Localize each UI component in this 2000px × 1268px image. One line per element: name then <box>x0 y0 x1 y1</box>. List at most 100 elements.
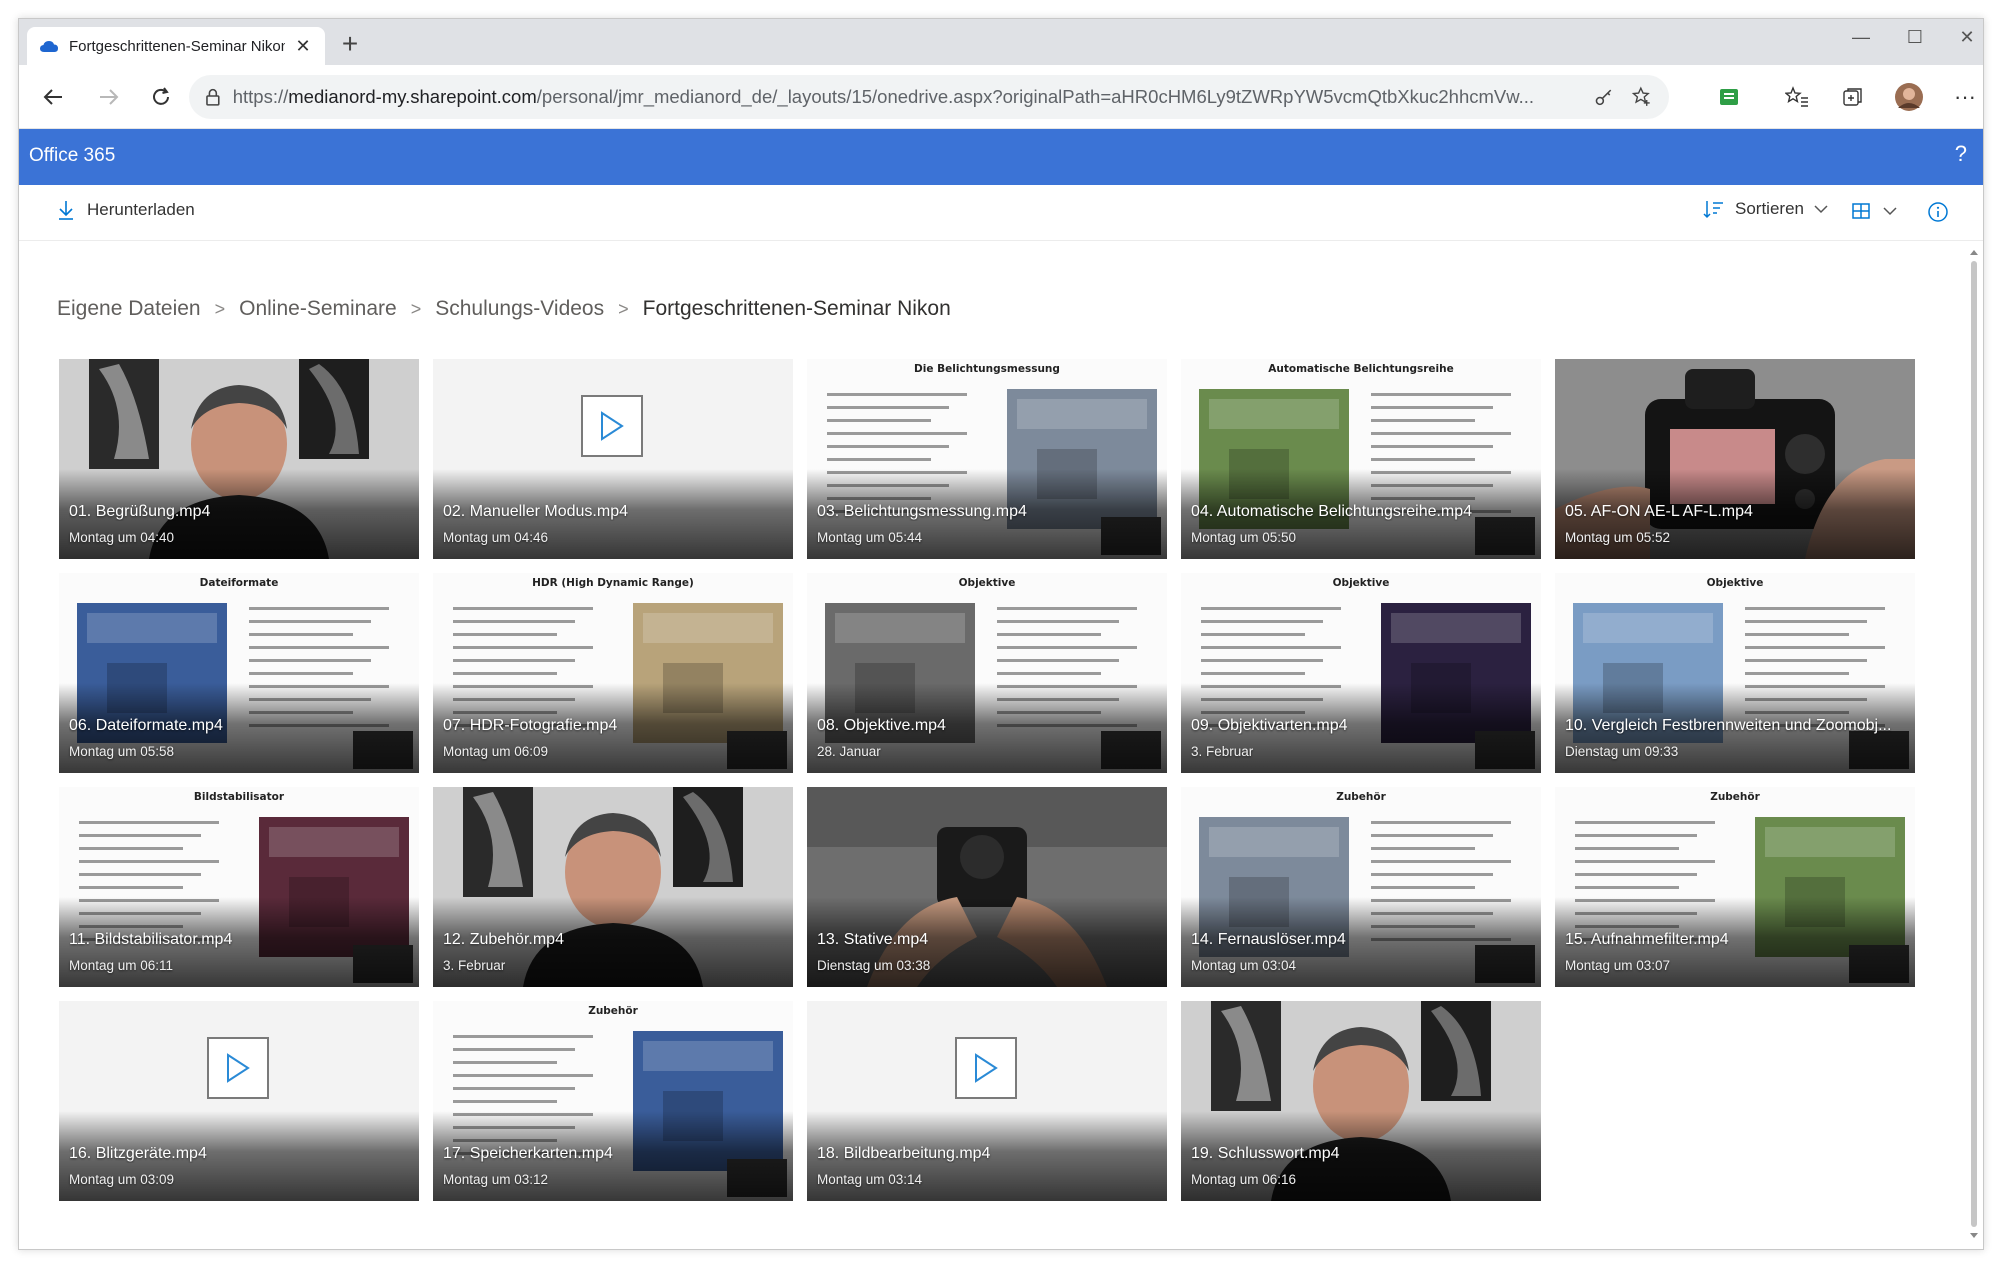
file-modified-date: Montag um 04:46 <box>443 530 549 545</box>
file-modified-date: Montag um 06:16 <box>1191 1172 1297 1187</box>
file-modified-date: Montag um 06:11 <box>69 958 174 973</box>
info-icon[interactable] <box>1927 201 1949 228</box>
file-tile[interactable]: 13. Stative.mp4 Dienstag um 03:38 <box>807 787 1167 987</box>
file-modified-date: 28. Januar <box>817 744 881 759</box>
file-name: 16. Blitzgeräte.mp4 <box>69 1145 207 1162</box>
key-icon[interactable] <box>1594 87 1614 107</box>
slide-title: Objektive <box>1706 577 1764 589</box>
view-switcher-button[interactable] <box>1851 201 1897 221</box>
file-name: 12. Zubehör.mp4 <box>443 931 564 948</box>
browser-tab[interactable]: Fortgeschrittenen-Seminar Nikon ✕ <box>27 27 325 65</box>
extension-icon[interactable] <box>1713 81 1745 113</box>
more-options-icon[interactable]: ··· <box>1949 81 1981 113</box>
lock-icon <box>206 88 220 106</box>
file-modified-date: Montag um 04:40 <box>69 530 175 545</box>
command-bar: Herunterladen Sortieren <box>19 185 1983 241</box>
file-name: 10. Vergleich Festbrennweiten und Zoomob… <box>1565 717 1892 734</box>
file-tile[interactable]: 18. Bildbearbeitung.mp4 Montag um 03:14 <box>807 1001 1167 1201</box>
url-host: medianord-my.sharepoint.com <box>288 86 537 107</box>
profile-avatar[interactable] <box>1893 81 1925 113</box>
file-tile[interactable]: Automatische Belichtungsreihe 04. Automat… <box>1181 359 1541 559</box>
play-icon <box>581 395 643 457</box>
file-tile[interactable]: 12. Zubehör.mp4 3. Februar <box>433 787 793 987</box>
sort-icon <box>1703 201 1723 219</box>
sort-button[interactable]: Sortieren <box>1703 199 1828 219</box>
file-tile[interactable]: HDR (High Dynamic Range) 07. HDR-Fotograf… <box>433 573 793 773</box>
address-bar[interactable]: https://medianord-my.sharepoint.com/pers… <box>189 75 1669 119</box>
download-button[interactable]: Herunterladen <box>57 199 195 221</box>
file-tile[interactable]: Bildstabilisator 11. Bildstabilisator.mp4… <box>59 787 419 987</box>
refresh-icon[interactable] <box>145 81 177 113</box>
file-tile[interactable]: Objektive 08. Objektive.mp4 28. Januar <box>807 573 1167 773</box>
file-tile[interactable]: 01. Begrüßung.mp4 Montag um 04:40 <box>59 359 419 559</box>
onedrive-cloud-icon <box>40 41 58 52</box>
slide-title: HDR (High Dynamic Range) <box>532 577 694 589</box>
file-name: 04. Automatische Belichtungsreihe.mp4 <box>1191 503 1473 520</box>
download-icon <box>59 201 73 220</box>
minimize-icon[interactable]: — <box>1841 27 1881 48</box>
file-modified-date: Montag um 03:04 <box>1191 958 1297 973</box>
file-modified-date: Montag um 05:52 <box>1565 530 1671 545</box>
slide-title: Zubehör <box>588 1005 638 1017</box>
play-icon <box>207 1037 269 1099</box>
navigation-bar: https://medianord-my.sharepoint.com/pers… <box>19 65 1983 129</box>
sort-label: Sortieren <box>1735 199 1804 218</box>
help-icon[interactable]: ? <box>1955 141 1967 167</box>
chevron-right-icon: > <box>214 298 226 319</box>
file-tile[interactable]: Zubehör 15. Aufnahmefilter.mp4 Montag um 0… <box>1555 787 1915 987</box>
breadcrumb-item-online-seminare[interactable]: Online-Seminare <box>239 297 397 321</box>
chevron-right-icon: > <box>618 298 629 319</box>
grid-view-icon <box>1852 203 1870 219</box>
file-modified-date: Dienstag um 03:38 <box>817 958 931 973</box>
file-tile[interactable]: 19. Schlusswort.mp4 Montag um 06:16 <box>1181 1001 1541 1201</box>
play-icon <box>955 1037 1017 1099</box>
favorite-add-icon[interactable] <box>1631 86 1653 108</box>
file-tile[interactable]: 16. Blitzgeräte.mp4 Montag um 03:09 <box>59 1001 419 1201</box>
file-name: 11. Bildstabilisator.mp4 <box>69 931 233 948</box>
forward-icon[interactable] <box>93 81 125 113</box>
back-icon[interactable] <box>37 81 69 113</box>
breadcrumb-item-eigene-dateien[interactable]: Eigene Dateien <box>57 297 201 321</box>
slide-title: Objektive <box>1332 577 1390 589</box>
file-name: 14. Fernauslöser.mp4 <box>1191 931 1346 948</box>
url-path: /personal/jmr_medianord_de/_layouts/15/o… <box>536 86 1535 107</box>
office365-brand[interactable]: Office 365 <box>29 145 115 167</box>
breadcrumb-item-schulungs-videos[interactable]: Schulungs-Videos <box>435 297 604 321</box>
file-name: 15. Aufnahmefilter.mp4 <box>1565 931 1729 948</box>
file-tile[interactable]: Zubehör 17. Speicherkarten.mp4 Montag um 0… <box>433 1001 793 1201</box>
maximize-icon[interactable]: ☐ <box>1895 27 1935 48</box>
file-tile[interactable]: Zubehör 14. Fernauslöser.mp4 Montag um 03:… <box>1181 787 1541 987</box>
file-tile[interactable]: Objektive 10. Vergleich Festbrennweiten u… <box>1555 573 1915 773</box>
vertical-scrollbar[interactable] <box>1969 249 1979 1239</box>
tab-strip: Fortgeschrittenen-Seminar Nikon ✕ + — ☐ … <box>19 19 1983 65</box>
file-tile[interactable]: 05. AF-ON AE-L AF-L.mp4 Montag um 05:52 <box>1555 359 1915 559</box>
chevron-down-icon <box>1814 205 1828 214</box>
file-tile[interactable]: 02. Manueller Modus.mp4 Montag um 04:46 <box>433 359 793 559</box>
file-modified-date: 3. Februar <box>1191 744 1254 759</box>
file-tile[interactable]: Dateiformate 06. Dateiformate.mp4 Montag u… <box>59 573 419 773</box>
favorites-icon[interactable] <box>1781 81 1813 113</box>
file-name: 02. Manueller Modus.mp4 <box>443 503 628 520</box>
file-modified-date: Montag um 03:14 <box>817 1172 923 1187</box>
download-label: Herunterladen <box>87 200 195 219</box>
file-name: 07. HDR-Fotografie.mp4 <box>443 717 618 734</box>
file-tile[interactable]: Objektive 09. Objektivarten.mp4 3. Februar <box>1181 573 1541 773</box>
file-name: 09. Objektivarten.mp4 <box>1191 717 1348 734</box>
window-close-icon[interactable]: ✕ <box>1947 27 1983 48</box>
file-tile[interactable]: Die Belichtungsmessung 03. Belichtungsmes… <box>807 359 1167 559</box>
tab-close-icon[interactable]: ✕ <box>293 36 313 57</box>
file-name: 05. AF-ON AE-L AF-L.mp4 <box>1565 503 1753 520</box>
file-name: 01. Begrüßung.mp4 <box>69 503 211 520</box>
file-name: 13. Stative.mp4 <box>817 931 929 948</box>
file-modified-date: Montag um 03:07 <box>1565 958 1671 973</box>
file-modified-date: 3. Februar <box>443 958 506 973</box>
collections-icon[interactable] <box>1837 81 1869 113</box>
tab-title: Fortgeschrittenen-Seminar Nikon <box>69 37 285 55</box>
file-tile-grid: 01. Begrüßung.mp4 Montag um 04:40 02. Manu… <box>59 359 1917 1229</box>
file-modified-date: Montag um 06:09 <box>443 744 549 759</box>
slide-title: Zubehör <box>1336 791 1386 803</box>
file-name: 03. Belichtungsmessung.mp4 <box>817 503 1027 520</box>
slide-title: Dateiformate <box>199 577 279 589</box>
new-tab-icon[interactable]: + <box>335 29 365 59</box>
file-modified-date: Montag um 05:58 <box>69 744 175 759</box>
